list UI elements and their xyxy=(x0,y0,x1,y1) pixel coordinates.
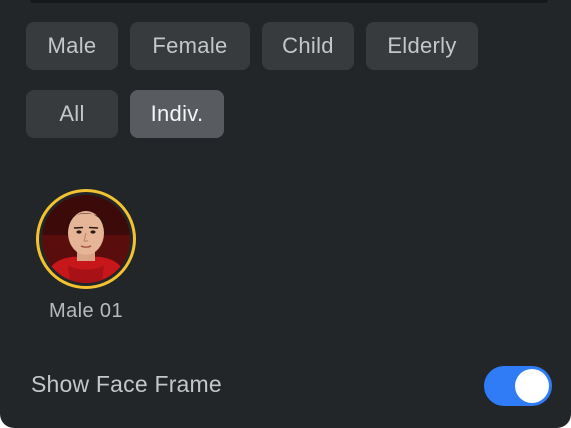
filter-chip-all[interactable]: All xyxy=(26,90,118,138)
toggle-knob xyxy=(515,369,549,403)
filter-chip-male[interactable]: Male xyxy=(26,22,118,70)
show-face-frame-toggle[interactable] xyxy=(484,366,552,406)
face-selection-ring xyxy=(36,189,136,289)
filter-chip-child[interactable]: Child xyxy=(262,22,354,70)
face-avatar xyxy=(42,195,130,283)
filter-chip-female[interactable]: Female xyxy=(130,22,250,70)
show-face-frame-label: Show Face Frame xyxy=(31,371,222,397)
filter-chip-individual[interactable]: Indiv. xyxy=(130,90,224,138)
top-divider xyxy=(30,0,548,3)
category-filter-row: Male Female Child Elderly xyxy=(26,22,478,70)
face-filter-panel: Male Female Child Elderly All Indiv. Mal… xyxy=(0,0,571,428)
face-label: Male 01 xyxy=(49,300,123,322)
filter-chip-elderly[interactable]: Elderly xyxy=(366,22,478,70)
scope-filter-row: All Indiv. xyxy=(26,90,224,138)
face-item-male-01[interactable]: Male 01 xyxy=(36,189,138,323)
